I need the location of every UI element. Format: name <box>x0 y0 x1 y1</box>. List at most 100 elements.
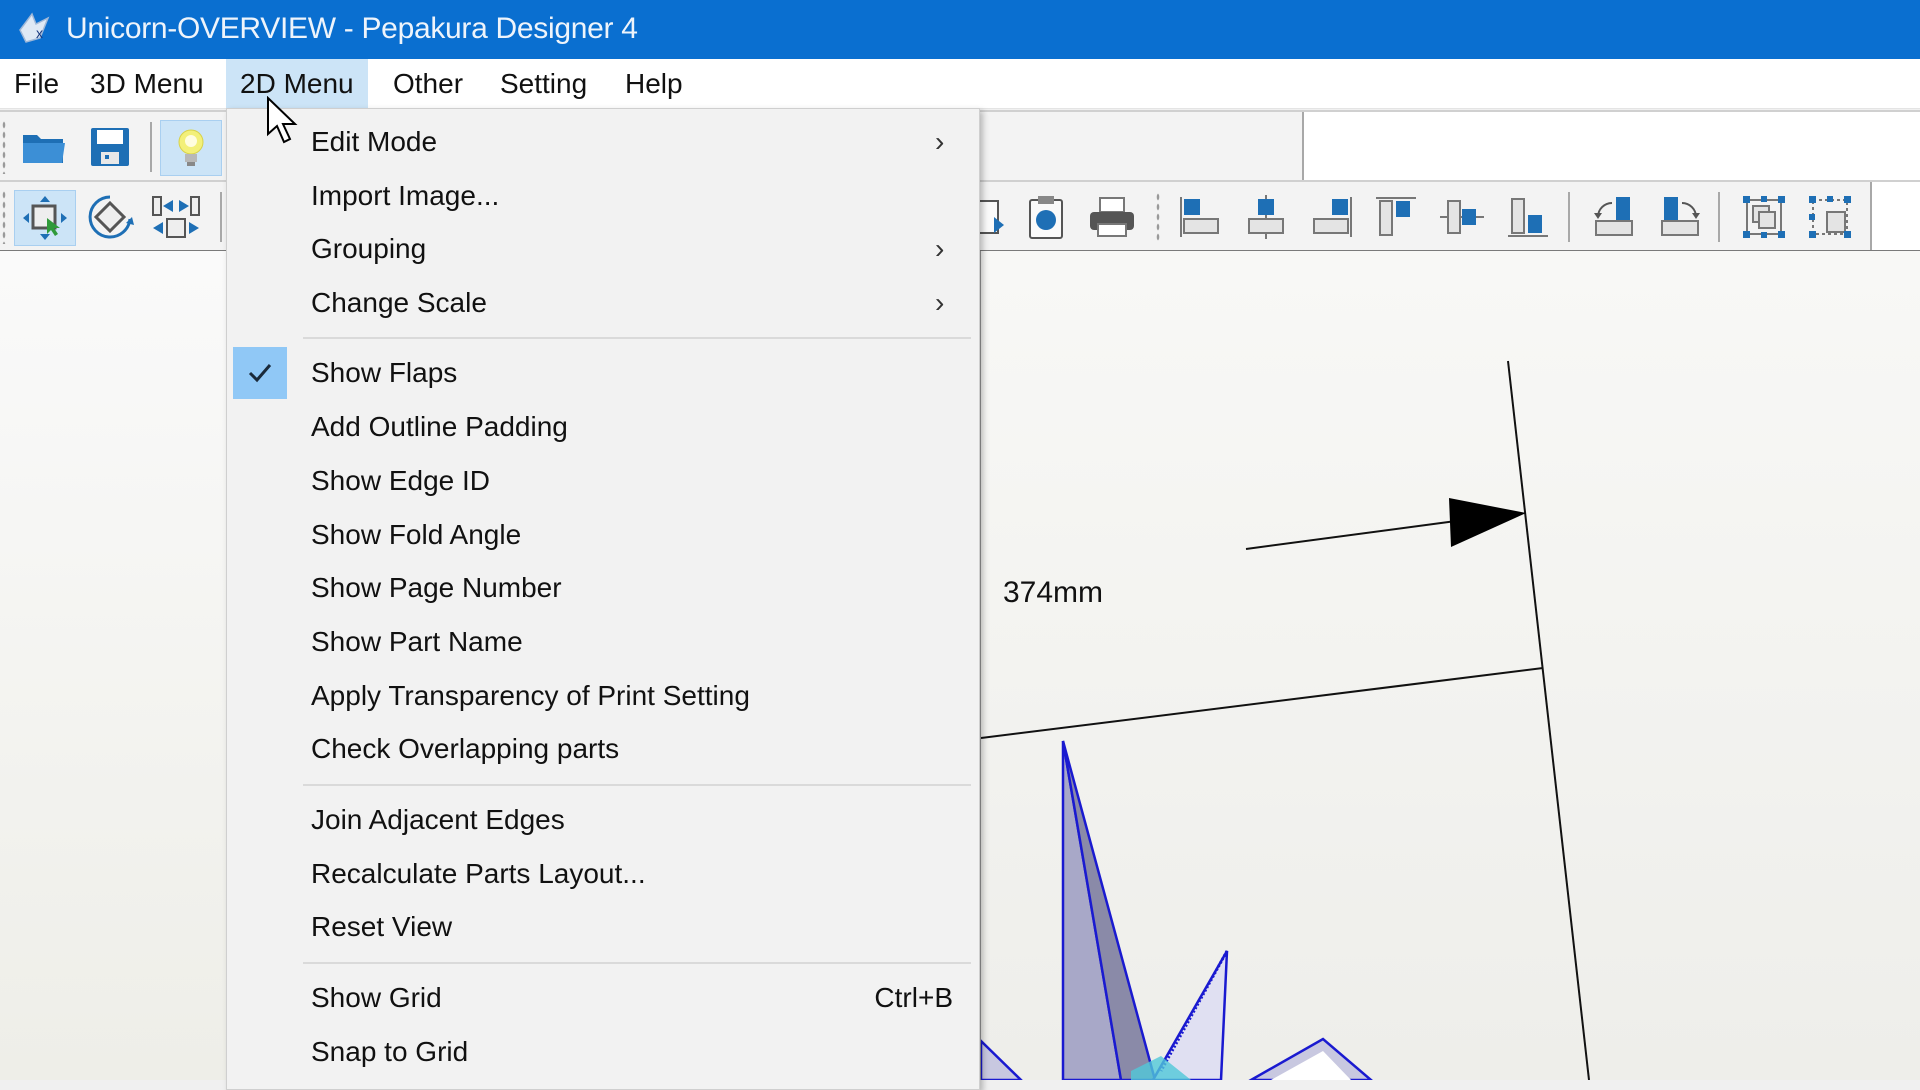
menu-item-label: Apply Transparency of Print Setting <box>311 680 750 711</box>
menu-item-show-edge-id[interactable]: Show Edge ID <box>227 455 979 507</box>
menu-item-label: Import Image... <box>311 180 500 211</box>
open-folder-icon <box>23 135 65 163</box>
menu-separator <box>303 962 971 964</box>
toolbar-separator <box>150 122 152 172</box>
menu-item-shortcut: Ctrl+B <box>874 982 953 1013</box>
menu-item-add-outline-padding[interactable]: Add Outline Padding <box>227 401 979 453</box>
menu-item-show-part-name[interactable]: Show Part Name <box>227 616 979 668</box>
align-center-h-button[interactable] <box>1236 190 1296 244</box>
toolbar-empty-area <box>1302 112 1920 182</box>
mouse-cursor-icon <box>267 96 298 144</box>
menu-item-show-page-number[interactable]: Show Page Number <box>227 562 979 614</box>
menu-item-label: Snap to Grid <box>311 1036 469 1067</box>
menu-item-label: Recalculate Parts Layout... <box>311 858 646 889</box>
print-icon <box>1090 197 1134 237</box>
print-button[interactable] <box>1082 190 1142 244</box>
align-bottom-button[interactable] <box>1498 190 1558 244</box>
menu-separator <box>303 784 971 786</box>
group-icon <box>1743 196 1785 238</box>
menu-file[interactable]: File <box>0 59 73 108</box>
toolbar-grip[interactable] <box>2 120 6 174</box>
toolbar-grip[interactable] <box>1156 192 1160 242</box>
toolbar-separator <box>1568 192 1570 242</box>
toolbar-separator <box>220 192 222 242</box>
align-middle-v-button[interactable] <box>1432 190 1492 244</box>
rotate-right-button[interactable] <box>1650 190 1710 244</box>
rotate-button[interactable] <box>80 190 140 244</box>
unfold-drawing <box>981 360 1590 1080</box>
align-left-icon <box>1180 197 1219 237</box>
save-icon <box>91 128 129 166</box>
menu-item-join-adjacent-edges[interactable]: Join Adjacent Edges <box>227 794 979 846</box>
lightbulb-button[interactable] <box>160 120 222 176</box>
2d-view-canvas[interactable]: 374mm <box>978 251 1920 1080</box>
align-top-icon <box>1376 197 1416 236</box>
menu-setting[interactable]: Setting <box>486 59 601 108</box>
menu-item-label: Show Grid <box>311 982 442 1013</box>
pepakura-app-icon: x <box>19 12 50 43</box>
group-button[interactable] <box>1734 190 1794 244</box>
menu-item-grouping[interactable]: Grouping › <box>227 223 979 275</box>
menu-item-import-image[interactable]: Import Image... <box>227 170 979 222</box>
menu-item-label: Grouping <box>311 233 427 264</box>
clipboard-button[interactable] <box>1016 190 1076 244</box>
menu-3d[interactable]: 3D Menu <box>76 59 218 108</box>
toolbar-separator <box>1718 192 1720 242</box>
move-select-button[interactable] <box>14 190 76 246</box>
menu-item-change-scale[interactable]: Change Scale › <box>227 277 979 329</box>
rotate-left-icon <box>1594 197 1633 236</box>
align-spacing-button[interactable] <box>146 190 206 244</box>
submenu-arrow-icon: › <box>935 126 945 157</box>
3d-view-pane[interactable] <box>0 251 228 1080</box>
submenu-arrow-icon: › <box>935 287 945 318</box>
menu-item-label: Edit Mode <box>311 126 438 157</box>
menu-separator <box>303 337 971 339</box>
page-border-line <box>981 667 1544 739</box>
title-bar: x Unicorn-OVERVIEW - Pepakura Designer 4 <box>0 0 1920 59</box>
align-top-button[interactable] <box>1366 190 1426 244</box>
menu-item-label: Check Overlapping parts <box>311 733 620 764</box>
dimension-arrow-line <box>1245 520 1457 550</box>
menu-item-label: Show Part Name <box>311 626 523 657</box>
menu-item-label: Show Edge ID <box>311 465 490 496</box>
menu-help[interactable]: Help <box>611 59 697 108</box>
toolbar-grip[interactable] <box>2 190 6 244</box>
menu-item-show-fold-angle[interactable]: Show Fold Angle <box>227 509 979 561</box>
dimension-label: 374mm <box>1003 576 1104 609</box>
clipboard-icon <box>1029 196 1063 239</box>
menu-item-label: Reset View <box>311 911 453 942</box>
open-button[interactable] <box>14 120 74 174</box>
svg-text:x: x <box>36 25 43 41</box>
menu-item-label: Change Scale <box>311 287 487 318</box>
align-middle-v-icon <box>1440 200 1484 234</box>
menu-item-label: Join Adjacent Edges <box>311 804 565 835</box>
rotate-left-button[interactable] <box>1584 190 1644 244</box>
dimension-arrowhead <box>1449 498 1526 547</box>
align-bottom-icon <box>1508 198 1548 237</box>
align-right-icon <box>1313 197 1352 237</box>
menu-item-check-overlapping[interactable]: Check Overlapping parts <box>227 723 979 775</box>
2d-menu-dropdown: Edit Mode › Import Image... Grouping › C… <box>226 108 980 1090</box>
menu-other[interactable]: Other <box>379 59 477 108</box>
checkmark-icon <box>233 347 287 399</box>
align-center-h-icon <box>1248 195 1284 239</box>
rotate-right-icon <box>1661 197 1700 236</box>
menu-item-snap-to-grid[interactable]: Snap to Grid <box>227 1026 979 1078</box>
ungroup-icon <box>1809 196 1851 238</box>
menu-item-show-flaps[interactable]: Show Flaps <box>227 347 979 399</box>
menu-item-show-grid[interactable]: Show Grid Ctrl+B <box>227 972 979 1024</box>
menu-item-apply-transparency[interactable]: Apply Transparency of Print Setting <box>227 670 979 722</box>
save-button[interactable] <box>80 120 140 174</box>
page-border-line <box>1507 360 1590 1080</box>
ungroup-button[interactable] <box>1800 190 1860 244</box>
menu-item-edit-mode[interactable]: Edit Mode › <box>227 116 979 168</box>
lightbulb-icon <box>178 129 204 166</box>
menu-item-reset-view[interactable]: Reset View <box>227 901 979 953</box>
menu-item-label: Show Page Number <box>311 572 562 603</box>
menu-item-label: Show Flaps <box>311 357 458 388</box>
align-right-button[interactable] <box>1302 190 1362 244</box>
align-left-button[interactable] <box>1170 190 1230 244</box>
rotate-icon <box>88 195 134 239</box>
toolbar-empty-area <box>1870 182 1920 250</box>
menu-item-recalculate-layout[interactable]: Recalculate Parts Layout... <box>227 848 979 900</box>
